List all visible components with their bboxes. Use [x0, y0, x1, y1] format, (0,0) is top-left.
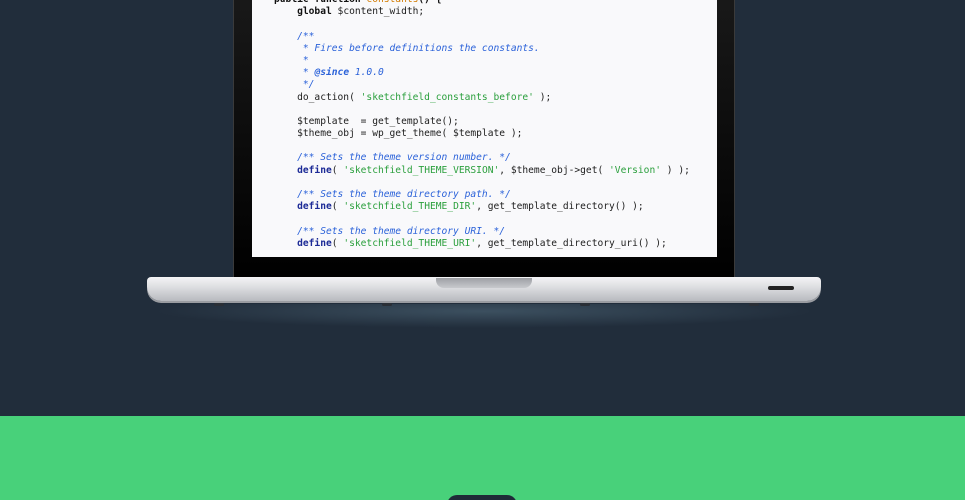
- code-token: @since: [314, 67, 350, 79]
- code-snippet: public function constants() { global $co…: [274, 0, 690, 250]
- code-line: *: [274, 55, 690, 67]
- code-token: $content_width;: [337, 6, 425, 18]
- laptop-indicator-light: [768, 286, 794, 290]
- code-token: );: [533, 91, 552, 103]
- code-line: do_action( 'sketchfield_constants_before…: [274, 92, 690, 104]
- code-token: 'sketchfield_THEME_VERSION': [343, 164, 500, 176]
- code-token: */: [274, 79, 315, 91]
- code-line: define( 'sketchfield_THEME_DIR', get_tem…: [274, 201, 690, 213]
- code-line: * @since 1.0.0: [274, 67, 690, 79]
- laptop-foot: [214, 303, 224, 306]
- code-token: public function: [274, 0, 366, 5]
- call-to-action-button[interactable]: [447, 495, 517, 500]
- code-line: global $content_width;: [274, 6, 690, 18]
- laptop-foot: [382, 303, 392, 306]
- code-token: $template = get_template();: [274, 115, 459, 127]
- code-line: $template = get_template();: [274, 116, 690, 128]
- code-token: /** Sets the theme version number. */: [274, 152, 511, 164]
- code-token: /** Sets the theme directory URI. */: [274, 225, 506, 237]
- code-token: 'sketchfield_constants_before': [360, 91, 534, 103]
- code-line: define( 'sketchfield_THEME_VERSION', $th…: [274, 165, 690, 177]
- code-token: define: [274, 237, 332, 249]
- laptop-shadow: [152, 304, 816, 328]
- code-token: 1.0.0: [349, 67, 384, 79]
- code-token: *: [274, 67, 315, 79]
- code-line: /** Sets the theme version number. */: [274, 152, 690, 164]
- code-token: *: [274, 54, 309, 66]
- code-line: */: [274, 79, 690, 91]
- laptop-foot: [580, 303, 590, 306]
- code-token: , get_template_directory_uri() );: [476, 237, 667, 249]
- code-line: /**: [274, 31, 690, 43]
- code-token: () {: [418, 0, 441, 5]
- code-token: ) );: [661, 164, 690, 176]
- code-line: /** Sets the theme directory path. */: [274, 189, 690, 201]
- green-section: [0, 416, 965, 500]
- code-token: 'Version': [609, 164, 662, 176]
- laptop-foot: [749, 303, 759, 306]
- code-token: (: [331, 201, 344, 213]
- code-line: define( 'sketchfield_THEME_URI', get_tem…: [274, 238, 690, 250]
- code-line: * Fires before definitions the constants…: [274, 43, 690, 55]
- code-token: define: [274, 164, 332, 176]
- code-token: do_action(: [274, 91, 361, 103]
- code-line: $theme_obj = wp_get_theme( $template );: [274, 128, 690, 140]
- code-token: , get_template_directory() );: [476, 201, 644, 213]
- code-token: global: [274, 6, 338, 18]
- code-token: , $theme_obj->get(: [499, 164, 610, 176]
- laptop-screen: public function constants() { global $co…: [252, 0, 717, 257]
- code-line: /** Sets the theme directory URI. */: [274, 226, 690, 238]
- code-token: (: [331, 237, 344, 249]
- code-token: 'sketchfield_THEME_DIR': [343, 201, 477, 213]
- code-token: constants: [366, 0, 418, 5]
- code-token: * Fires before definitions the constants…: [274, 42, 540, 54]
- code-token: define: [274, 201, 332, 213]
- code-token: $theme_obj = wp_get_theme( $template );: [274, 128, 523, 140]
- code-token: /** Sets the theme directory path. */: [274, 189, 511, 200]
- code-token: /**: [274, 30, 315, 42]
- code-token: 'sketchfield_THEME_URI': [343, 237, 477, 249]
- code-token: (: [331, 164, 344, 176]
- laptop-notch: [436, 278, 532, 288]
